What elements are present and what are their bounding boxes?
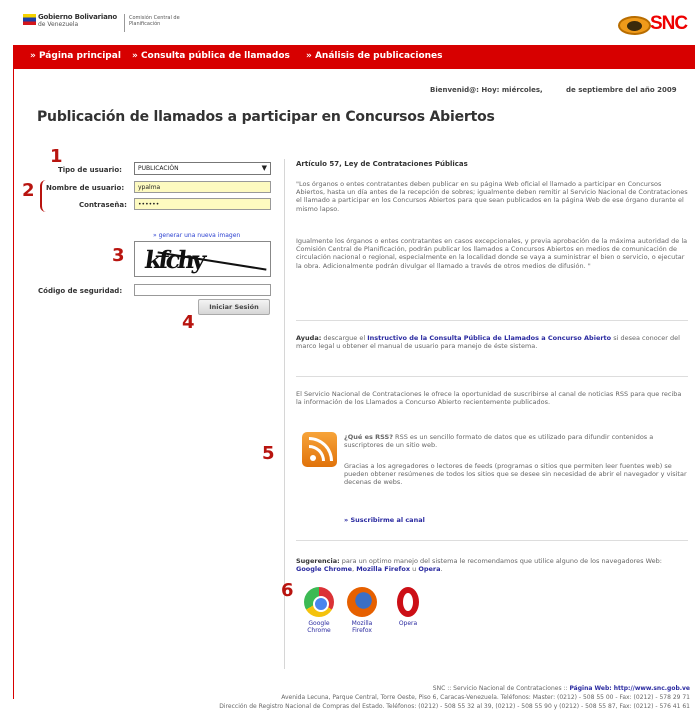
footer-line-1: SNC :: Servicio Nacional de Contratacion…	[60, 685, 690, 692]
rss-question: ¿Qué es RSS?	[344, 433, 393, 441]
annotation-6: 6	[281, 580, 294, 601]
codigo-label: Código de seguridad:	[38, 287, 123, 295]
login-button[interactable]: Iniciar Sesión	[198, 299, 270, 315]
opera-link[interactable]: Opera	[418, 565, 440, 573]
welcome-text: Bienvenid@: Hoy: miércoles,	[430, 86, 543, 94]
help-text: Ayuda: descargue el Instructivo de la Co…	[296, 334, 688, 350]
chrome-link[interactable]: Google Chrome	[296, 565, 352, 573]
gob-title: Gobierno Bolivariano	[38, 13, 117, 21]
subscribe-link[interactable]: » Suscribirme al canal	[344, 516, 425, 524]
chrome-icon	[304, 587, 334, 617]
rss-icon[interactable]	[302, 432, 337, 467]
date-text: de septiembre del año 2009	[566, 86, 677, 94]
footer-org: SNC :: Servicio Nacional de Contratacion…	[432, 685, 570, 692]
annotation-4: 4	[182, 312, 195, 333]
codigo-input[interactable]	[134, 284, 271, 296]
help-label: Ayuda:	[296, 334, 322, 342]
snc-emblem-core	[627, 21, 642, 31]
suggest-text: Sugerencia: para un optimo manejo del si…	[296, 557, 688, 573]
tipo-usuario-value: PUBLICACIÓN	[138, 165, 179, 172]
article-p2: Igualmente los órganos o entes contratan…	[296, 237, 688, 270]
article-p1: "Los órganos o entes contratantes deben …	[296, 180, 688, 213]
left-border	[13, 69, 14, 699]
password-input[interactable]: ••••••	[134, 198, 271, 210]
instructivo-link[interactable]: Instructivo de la Consulta Pública de Ll…	[367, 334, 611, 342]
opera-icon	[397, 587, 419, 617]
firefox-icon	[347, 587, 377, 617]
footer-line-3: Dirección de Registro Nacional de Compra…	[219, 703, 690, 710]
article-title: Artículo 57, Ley de Contrataciones Públi…	[296, 160, 468, 168]
page-title: Publicación de llamados a participar en …	[37, 109, 495, 125]
rss-intro: El Servicio Nacional de Contrataciones l…	[296, 390, 682, 407]
divider-1	[296, 320, 688, 321]
page: Gobierno Bolivariano de Venezuela Comisi…	[0, 0, 695, 710]
opera-name: Opera	[398, 620, 418, 627]
annotation-2: 2	[22, 180, 35, 201]
password-label: Contraseña:	[79, 201, 127, 209]
nav-item-pagina-principal[interactable]: » Página principal	[30, 51, 121, 61]
nav-item-consulta-publica[interactable]: » Consulta pública de llamados	[132, 51, 290, 61]
annotation-5: 5	[262, 443, 275, 464]
gob-subtitle: de Venezuela	[38, 21, 79, 28]
firefox-name: Mozilla Firefox	[351, 620, 373, 634]
divider-2	[296, 376, 688, 377]
usuario-label: Nombre de usuario:	[46, 184, 125, 192]
header-divider	[124, 14, 125, 32]
help-pre: descargue el	[321, 334, 368, 342]
chrome-name: Google Chrome	[307, 620, 331, 634]
rss-what: ¿Qué es RSS? RSS es un sencillo formato …	[344, 433, 688, 449]
browser-chrome[interactable]: Google Chrome	[301, 587, 337, 634]
suggest-label: Sugerencia:	[296, 557, 340, 565]
suggest-body: para un optimo manejo del sistema le rec…	[339, 557, 662, 565]
annotation-3: 3	[112, 245, 125, 266]
main-nav: » Página principal » Consulta pública de…	[13, 45, 695, 69]
nav-item-analisis[interactable]: » Análisis de publicaciones	[306, 51, 443, 61]
chevron-down-icon: ▼	[261, 164, 267, 172]
footer-line-2: Avenida Lecuna, Parque Central, Torre Oe…	[281, 694, 690, 701]
rss-dot	[310, 455, 316, 461]
firefox-link[interactable]: Mozilla Firefox	[356, 565, 410, 573]
snc-logo[interactable]: SNC	[618, 13, 688, 37]
captcha-image: kfchy	[134, 241, 271, 277]
tipo-usuario-select[interactable]: PUBLICACIÓN ▼	[134, 162, 271, 175]
browser-firefox[interactable]: Mozilla Firefox	[344, 587, 380, 634]
annotation-1: 1	[50, 146, 63, 167]
divider-3	[296, 540, 688, 541]
usuario-input[interactable]: ypalma	[134, 181, 271, 193]
suggest-end: .	[440, 565, 443, 574]
snc-logo-text: SNC	[650, 13, 688, 34]
browser-opera[interactable]: Opera	[390, 587, 426, 627]
venezuela-flag-icon	[23, 14, 36, 25]
new-captcha-link[interactable]: » generar una nueva imagen	[153, 232, 240, 239]
tipo-usuario-label: Tipo de usuario:	[58, 166, 122, 174]
comision-label: Comisión Central de Planificación	[129, 15, 180, 27]
rss-feeds-text: Gracias a los agregadores o lectores de …	[344, 462, 687, 487]
footer-web-link[interactable]: Página Web: http://www.snc.gob.ve	[569, 685, 690, 692]
